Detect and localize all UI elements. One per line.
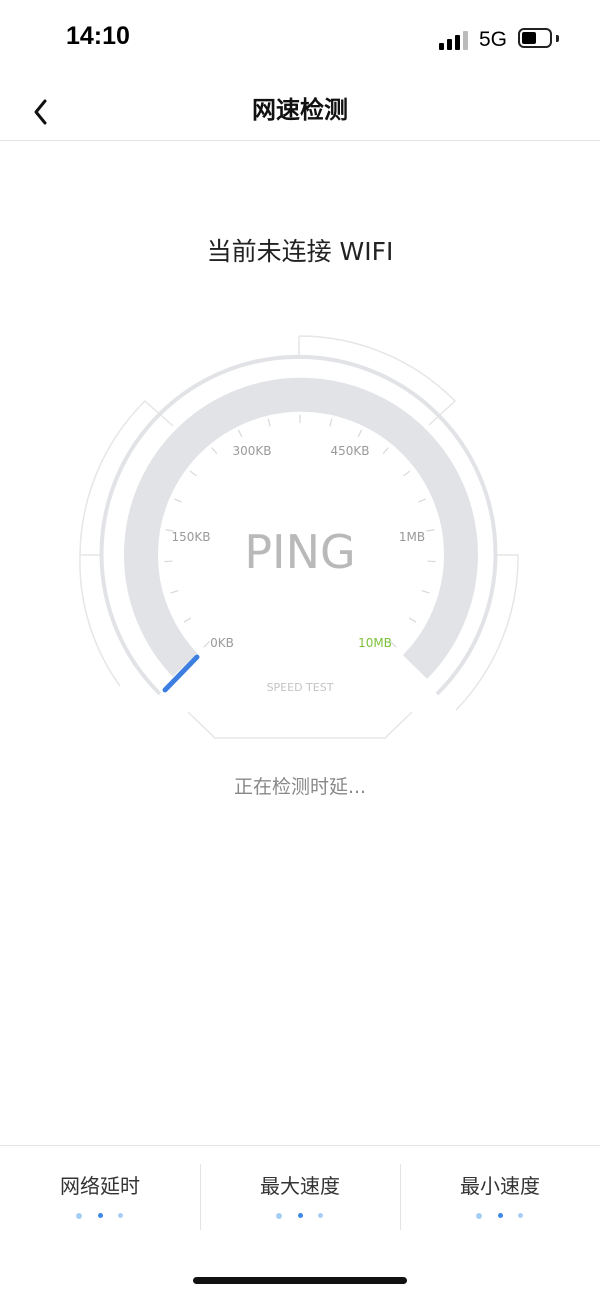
wifi-status-text: 当前未连接 WIFI [206,237,394,266]
metric-latency[interactable]: 网络延时 [0,1146,200,1236]
gauge-tick [183,617,192,623]
scale-label-150kb: 150KB [171,530,210,544]
detect-status-text: 正在检测时延... [233,776,367,798]
gauge-tick [211,447,218,455]
gauge-tick [267,418,271,427]
metric-max-speed[interactable]: 最大速度 [200,1146,400,1236]
gauge-tick [170,589,179,594]
gauge-center-label: PING [244,525,355,579]
gauge-tick [329,418,333,427]
nav-bar: 网速检测 [0,80,600,141]
gauge-tick [164,560,173,563]
speed-gauge: 0KB 150KB 300KB 450KB 1MB 10MB PING SPEE… [79,335,519,739]
metric-label-max-speed: 最大速度 [260,1174,340,1198]
scale-label-1mb: 1MB [399,530,425,544]
gauge-bottom-label: SPEED TEST [267,681,334,694]
gauge-tick [403,470,411,477]
scale-label-300kb: 300KB [232,444,271,458]
battery-icon [518,28,552,48]
loading-dots-icon [200,1212,400,1220]
gauge-tick [357,429,363,438]
home-indicator[interactable] [193,1277,407,1284]
signal-strength-icon [439,30,469,50]
gauge-tick [237,429,243,438]
metrics-panel: 网络延时 最大速度 最小速度 [0,1145,600,1236]
gauge-tick [174,498,182,503]
scale-label-450kb: 450KB [330,444,369,458]
gauge-tick [408,617,417,623]
scale-label-0kb: 0KB [210,636,234,650]
loading-dots-icon [400,1212,600,1220]
metric-label-min-speed: 最小速度 [460,1174,540,1198]
gauge-tick [418,498,426,503]
gauge-tick [189,470,197,477]
scale-label-10mb: 10MB [358,636,392,650]
gauge-tick [426,529,435,532]
metric-min-speed[interactable]: 最小速度 [400,1146,600,1236]
status-bar: 14:10 5G [0,0,600,80]
status-time: 14:10 [66,22,130,50]
metric-label-latency: 网络延时 [60,1174,140,1198]
page-title: 网速检测 [252,96,348,124]
gauge-bottom-bracket [187,711,413,739]
gauge-tick [382,447,389,455]
battery-tip [556,35,559,42]
loading-dots-icon [0,1212,200,1220]
gauge-tick [203,641,210,648]
network-type: 5G [479,28,508,51]
gauge-tick [421,589,430,594]
gauge-tick [427,560,436,563]
